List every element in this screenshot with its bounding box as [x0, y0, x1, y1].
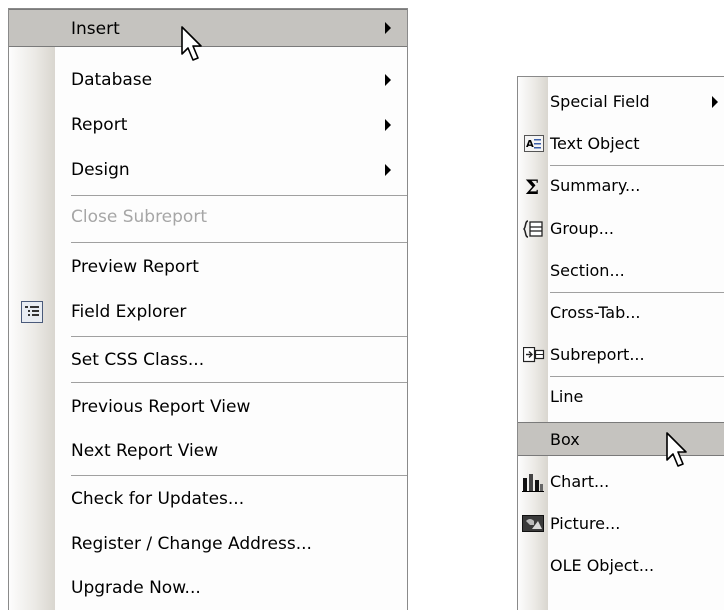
menu-separator	[550, 376, 724, 377]
picture-icon	[522, 515, 544, 537]
menu-separator	[550, 165, 724, 166]
submenu-arrow-icon	[712, 96, 718, 108]
menu-item-label: Summary...	[550, 176, 641, 195]
menu-item-label: Cross-Tab...	[550, 303, 641, 322]
menu-item-label: Insert	[71, 19, 120, 39]
submenu-item-special-field[interactable]: Special Field	[518, 85, 724, 119]
menu-item-label: Box	[550, 430, 580, 449]
menu-item-label: Set CSS Class...	[71, 350, 205, 370]
menu-item-label: Field Explorer	[71, 302, 187, 322]
menu-item-label: Check for Updates...	[71, 489, 245, 509]
submenu-item-ole-object[interactable]: OLE Object...	[518, 549, 724, 583]
submenu-arrow-icon	[385, 74, 391, 86]
mouse-cursor-icon	[181, 26, 207, 71]
insert-submenu: Special Field A Text Object Σ Summary...	[517, 76, 724, 610]
menu-separator	[550, 292, 724, 293]
menu-item-label: Subreport...	[550, 345, 645, 364]
menu-item-register-change-address[interactable]: Register / Change Address...	[9, 525, 407, 563]
main-menu: Insert Database Report Design Close Subr…	[8, 8, 408, 610]
menu-item-set-css-class[interactable]: Set CSS Class...	[9, 341, 407, 379]
menu-item-preview-report[interactable]: Preview Report	[9, 248, 407, 286]
submenu-item-picture[interactable]: Picture...	[518, 507, 724, 541]
menu-separator	[71, 195, 407, 196]
submenu-item-group[interactable]: Group...	[518, 212, 724, 246]
menu-item-report[interactable]: Report	[9, 106, 407, 144]
menu-item-field-explorer[interactable]: Field Explorer	[9, 293, 407, 331]
menu-item-upgrade-now[interactable]: Upgrade Now...	[9, 569, 407, 607]
sigma-icon: Σ	[525, 175, 540, 199]
menu-separator	[71, 382, 407, 383]
menu-item-insert[interactable]: Insert	[9, 9, 407, 47]
menu-item-label: Picture...	[550, 514, 621, 533]
menu-item-label: Design	[71, 160, 130, 180]
menu-item-label: Previous Report View	[71, 397, 251, 417]
submenu-item-cross-tab[interactable]: Cross-Tab...	[518, 296, 724, 330]
menu-item-label: Special Field	[550, 92, 650, 111]
menu-item-label: Close Subreport	[71, 207, 207, 227]
menu-item-check-for-updates[interactable]: Check for Updates...	[9, 480, 407, 518]
menu-item-label: Chart...	[550, 472, 610, 491]
menu-item-label: Group...	[550, 219, 614, 238]
menu-item-label: Preview Report	[71, 257, 199, 277]
menu-item-close-subreport: Close Subreport	[9, 198, 407, 236]
group-icon	[522, 220, 543, 243]
menu-item-next-report-view[interactable]: Next Report View	[9, 432, 407, 470]
chart-icon	[522, 472, 544, 497]
submenu-item-line[interactable]: Line	[518, 380, 724, 414]
menu-item-label: Text Object	[550, 134, 640, 153]
submenu-item-text-object[interactable]: A Text Object	[518, 127, 724, 161]
menu-item-label: Register / Change Address...	[71, 534, 312, 554]
submenu-item-chart[interactable]: Chart...	[518, 465, 724, 499]
text-object-icon: A	[524, 135, 544, 158]
menu-item-label: Report	[71, 115, 128, 135]
menu-item-design[interactable]: Design	[9, 151, 407, 189]
menu-separator	[71, 475, 407, 476]
menu-item-label: Section...	[550, 261, 625, 280]
menu-item-label: Next Report View	[71, 441, 219, 461]
submenu-arrow-icon	[385, 164, 391, 176]
submenu-item-box[interactable]: Box	[518, 422, 724, 456]
menu-item-label: Upgrade Now...	[71, 578, 201, 598]
subreport-icon	[522, 346, 545, 368]
menu-separator	[71, 336, 407, 337]
menu-item-database[interactable]: Database	[9, 61, 407, 99]
menu-item-label: Database	[71, 70, 153, 90]
mouse-cursor-icon	[666, 432, 692, 477]
submenu-item-subreport[interactable]: Subreport...	[518, 338, 724, 372]
field-explorer-icon	[21, 301, 43, 328]
svg-text:A: A	[526, 139, 534, 150]
submenu-arrow-icon	[385, 119, 391, 131]
menu-item-label: Line	[550, 387, 584, 406]
menu-separator	[71, 242, 407, 243]
submenu-item-summary[interactable]: Σ Summary...	[518, 169, 724, 203]
submenu-item-section[interactable]: Section...	[518, 254, 724, 288]
submenu-arrow-icon	[385, 22, 391, 34]
menu-item-label: OLE Object...	[550, 556, 655, 575]
menu-item-previous-report-view[interactable]: Previous Report View	[9, 388, 407, 426]
